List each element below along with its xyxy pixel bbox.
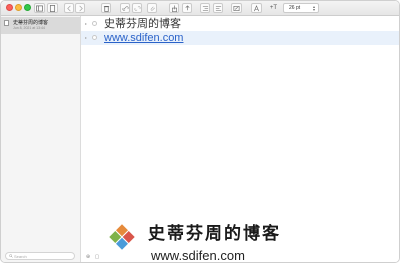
attachment-icon: [150, 6, 155, 11]
sidebar-toggle-icon: [36, 5, 43, 11]
font-size-stepper-icon[interactable]: ▴ ▾: [313, 5, 315, 12]
document-date: Jun 8, 2021 at 13:44: [13, 26, 45, 30]
disclosure-arrow-icon[interactable]: ▸: [85, 21, 87, 26]
watermark-logo-icon: [109, 224, 135, 250]
attachment-button[interactable]: [147, 3, 157, 13]
search-field[interactable]: Search: [5, 252, 75, 260]
watermark-title: 史蒂芬周的博客: [148, 224, 281, 244]
forward-button[interactable]: [75, 3, 85, 13]
sidebar: 史蒂芬周的博客 Jun 8, 2021 at 13:44 Search: [1, 16, 81, 262]
indent-icon: [202, 5, 208, 11]
add-row-icon[interactable]: ⊕: [85, 254, 91, 260]
font-size-field[interactable]: 26 pt ▴ ▾: [283, 3, 319, 13]
font-size-value: 26 pt: [289, 5, 301, 11]
font-button[interactable]: +T: [267, 3, 280, 13]
new-document-icon: [49, 4, 56, 12]
minimize-window-button[interactable]: [15, 4, 22, 11]
zoom-window-button[interactable]: [24, 4, 31, 11]
outline-row-text[interactable]: 史蒂芬周的博客: [104, 17, 181, 31]
app-window: +T 26 pt ▴ ▾ 史蒂芬周的博客 Jun 8, 2021 at 13:44…: [0, 0, 400, 263]
link-button[interactable]: [120, 3, 130, 13]
outdent-button[interactable]: [213, 3, 223, 13]
outline-row[interactable]: ▸ 史蒂芬周的博客: [81, 17, 399, 31]
outline-row-link[interactable]: www.sdifen.com: [104, 31, 183, 45]
font-button-label: +T: [269, 5, 278, 11]
edit-icon: [233, 5, 240, 11]
outline-row-selected[interactable]: ▸ www.sdifen.com: [81, 31, 399, 45]
share-button[interactable]: [182, 3, 192, 13]
new-document-button[interactable]: [47, 3, 58, 13]
layout-icon[interactable]: ▢: [94, 254, 100, 260]
close-window-button[interactable]: [6, 4, 13, 11]
toolbar: +T 26 pt ▴ ▾: [1, 1, 399, 16]
document-title: 史蒂芬周的博客: [13, 20, 49, 26]
export-button[interactable]: [169, 3, 179, 13]
search-icon: [9, 254, 13, 258]
forward-icon: [78, 5, 83, 11]
trash-button[interactable]: [101, 3, 111, 13]
sidebar-document-item[interactable]: 史蒂芬周的博客 Jun 8, 2021 at 13:44: [1, 17, 80, 34]
sidebar-toggle-button[interactable]: [34, 3, 45, 13]
outdent-icon: [215, 5, 221, 11]
back-icon: [66, 5, 71, 11]
unlink-icon: [133, 5, 141, 11]
document-icon: [4, 20, 9, 26]
row-bullet-icon[interactable]: [92, 21, 97, 26]
link-icon: [121, 5, 129, 11]
unlink-button[interactable]: [132, 3, 142, 13]
watermark-url: www.sdifen.com: [151, 248, 245, 263]
indent-button[interactable]: [200, 3, 210, 13]
export-icon: [171, 4, 177, 12]
share-icon: [185, 4, 189, 10]
style-icon: [254, 4, 259, 11]
disclosure-arrow-icon[interactable]: ▸: [85, 35, 87, 40]
back-button[interactable]: [64, 3, 74, 13]
trash-icon: [103, 5, 109, 12]
style-button[interactable]: [251, 3, 262, 13]
row-bullet-icon[interactable]: [92, 35, 97, 40]
search-placeholder: Search: [14, 253, 27, 259]
edit-button[interactable]: [231, 3, 242, 13]
